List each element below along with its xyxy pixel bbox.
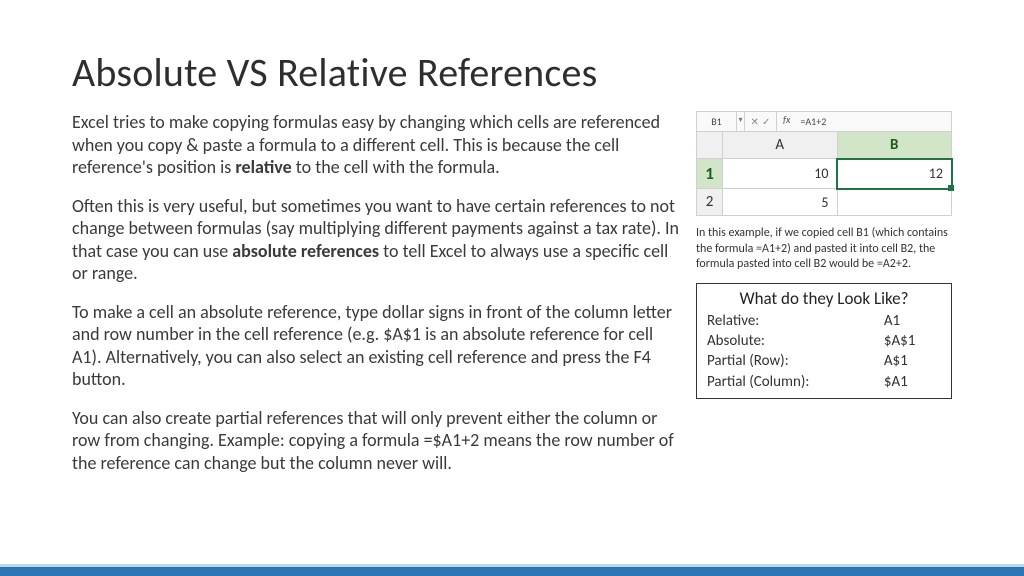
slide: Absolute VS Relative References Excel tr…: [0, 0, 1024, 576]
p1-text-post: to the cell with the formula.: [292, 156, 500, 178]
look-like-box: What do they Look Like? Relative: A1 Abs…: [696, 283, 952, 399]
example-caption: In this example, if we copied cell B1 (w…: [696, 226, 952, 273]
cell-b1: 12: [837, 159, 952, 189]
ref-value: $A$1: [876, 331, 941, 351]
p2-bold: absolute references: [232, 240, 379, 262]
row-header-2: 2: [697, 189, 723, 216]
ref-label: Relative:: [707, 311, 876, 331]
paragraph-2: Often this is very useful, but sometimes…: [72, 195, 680, 285]
slide-footer-bar: [0, 564, 1024, 576]
look-like-table: Relative: A1 Absolute: $A$1 Partial (Row…: [707, 311, 941, 392]
spreadsheet-grid: A B 1 10 12 2 5: [696, 131, 952, 216]
page-title: Absolute VS Relative References: [72, 48, 952, 97]
cancel-icon: ✕: [751, 114, 759, 130]
p1-bold: relative: [235, 156, 291, 178]
enter-icon: ✓: [762, 114, 770, 130]
paragraph-1: Excel tries to make copying formulas eas…: [72, 111, 680, 179]
sidebar-column: B1 ▾ ✕ ✓ fx =A1+2 A B 1: [696, 111, 952, 490]
body-text-column: Excel tries to make copying formulas eas…: [72, 111, 680, 490]
row-header-1: 1: [697, 159, 723, 189]
ref-label: Partial (Column):: [707, 372, 876, 392]
excel-mini-screenshot: B1 ▾ ✕ ✓ fx =A1+2 A B 1: [696, 111, 952, 216]
table-row: Partial (Column): $A1: [707, 372, 941, 392]
cell-a2: 5: [723, 189, 838, 216]
fx-icon: fx: [777, 112, 796, 131]
formula-value: =A1+2: [796, 112, 951, 131]
cell-b2: [837, 189, 952, 216]
ref-value: $A1: [876, 372, 941, 392]
paragraph-3: To make a cell an absolute reference, ty…: [72, 301, 680, 391]
ref-label: Absolute:: [707, 331, 876, 351]
ref-value: A$1: [876, 351, 941, 371]
name-box: B1: [697, 112, 737, 131]
grid-corner: [697, 132, 723, 159]
cell-a1: 10: [723, 159, 838, 189]
table-row: Partial (Row): A$1: [707, 351, 941, 371]
formula-bar: B1 ▾ ✕ ✓ fx =A1+2: [696, 111, 952, 131]
col-header-a: A: [723, 132, 838, 159]
table-row: Relative: A1: [707, 311, 941, 331]
ref-label: Partial (Row):: [707, 351, 876, 371]
formula-bar-buttons: ✕ ✓: [745, 112, 777, 131]
table-row: Absolute: $A$1: [707, 331, 941, 351]
look-like-title: What do they Look Like?: [707, 288, 941, 309]
content-columns: Excel tries to make copying formulas eas…: [72, 111, 952, 490]
col-header-b: B: [837, 132, 952, 159]
namebox-dropdown-icon: ▾: [737, 112, 745, 131]
paragraph-4: You can also create partial references t…: [72, 407, 680, 475]
ref-value: A1: [876, 311, 941, 331]
